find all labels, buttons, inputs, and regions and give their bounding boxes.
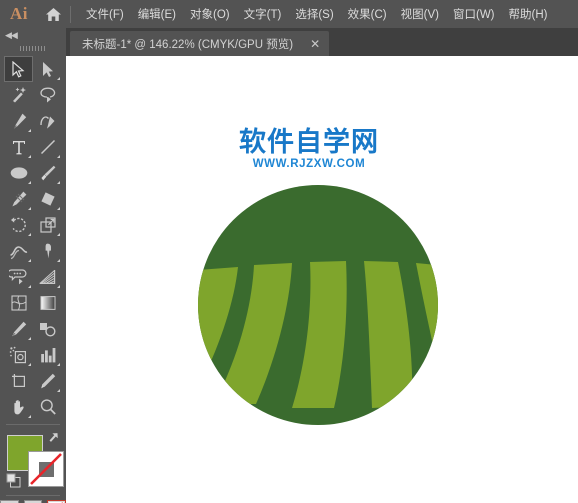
eyedropper-tool[interactable] bbox=[4, 316, 33, 342]
watermark-url: WWW.RJZXW.COM bbox=[252, 158, 366, 171]
stroke-swatch[interactable] bbox=[28, 451, 64, 487]
scale-tool[interactable] bbox=[33, 212, 62, 238]
watermark: 软件自学网 WWW.RJZXW.COM bbox=[233, 127, 385, 171]
shaper-pencil-tool[interactable] bbox=[4, 186, 33, 212]
menu-bar: Ai 文件(F) 编辑(E) 对象(O) 文字(T) 选择(S) 效果(C) 视… bbox=[0, 0, 578, 28]
direct-selection-tool[interactable] bbox=[33, 56, 62, 82]
zoom-tool[interactable] bbox=[33, 394, 62, 420]
line-segment-tool[interactable] bbox=[33, 134, 62, 160]
document-tab-bar: 未标题-1* @ 146.22% (CMYK/GPU 预览) ✕ bbox=[0, 28, 578, 56]
menu-window[interactable]: 窗口(W) bbox=[446, 3, 502, 25]
width-tool[interactable] bbox=[4, 238, 33, 264]
eraser-tool[interactable] bbox=[33, 186, 62, 212]
menubar-divider bbox=[70, 5, 71, 23]
magic-wand-tool[interactable] bbox=[4, 82, 33, 108]
menu-edit[interactable]: 编辑(E) bbox=[131, 3, 183, 25]
home-icon[interactable] bbox=[38, 7, 68, 22]
hand-tool[interactable] bbox=[4, 394, 33, 420]
chevron-double-left-icon[interactable]: ◀◀ bbox=[0, 28, 66, 42]
lasso-tool[interactable] bbox=[33, 82, 62, 108]
menu-select[interactable]: 选择(S) bbox=[288, 3, 340, 25]
free-transform-tool[interactable] bbox=[33, 238, 62, 264]
menu-effect[interactable]: 效果(C) bbox=[341, 3, 394, 25]
artboard-tool[interactable] bbox=[4, 368, 33, 394]
farm-field-circle-logo[interactable] bbox=[66, 56, 578, 503]
menu-help[interactable]: 帮助(H) bbox=[502, 3, 555, 25]
gradient-tool[interactable] bbox=[33, 290, 62, 316]
type-tool[interactable] bbox=[4, 134, 33, 160]
close-icon[interactable]: ✕ bbox=[307, 38, 323, 50]
fill-stroke-controls bbox=[0, 429, 66, 491]
ellipse-tool[interactable] bbox=[4, 160, 33, 186]
menu-view[interactable]: 视图(V) bbox=[394, 3, 446, 25]
slice-tool[interactable] bbox=[33, 368, 62, 394]
menu-item-list: 文件(F) 编辑(E) 对象(O) 文字(T) 选择(S) 效果(C) 视图(V… bbox=[79, 3, 554, 25]
menu-object[interactable]: 对象(O) bbox=[183, 3, 237, 25]
rotate-tool[interactable] bbox=[4, 212, 33, 238]
curvature-tool[interactable] bbox=[33, 108, 62, 134]
ai-logo-icon: Ai bbox=[10, 4, 28, 23]
swap-fill-stroke-icon[interactable] bbox=[49, 431, 63, 447]
document-tab-title: 未标题-1* @ 146.22% (CMYK/GPU 预览) bbox=[82, 38, 294, 51]
blend-tool[interactable] bbox=[33, 316, 62, 342]
pen-tool[interactable] bbox=[4, 108, 33, 134]
no-stroke-slash-icon bbox=[29, 452, 63, 486]
toolbar-divider bbox=[6, 424, 60, 425]
menu-file[interactable]: 文件(F) bbox=[79, 3, 131, 25]
document-canvas[interactable]: 软件自学网 WWW.RJZXW.COM bbox=[66, 56, 578, 503]
field-furrows bbox=[198, 261, 438, 408]
default-fill-stroke-icon[interactable] bbox=[6, 473, 21, 493]
illustrator-window: Ai 文件(F) 编辑(E) 对象(O) 文字(T) 选择(S) 效果(C) 视… bbox=[0, 0, 578, 503]
shape-builder-tool[interactable] bbox=[4, 264, 33, 290]
panel-drag-handle[interactable] bbox=[0, 42, 66, 54]
menu-type[interactable]: 文字(T) bbox=[237, 3, 289, 25]
toolbar-divider-2 bbox=[6, 495, 60, 496]
column-graph-tool[interactable] bbox=[33, 342, 62, 368]
tools-panel: ◀◀ bbox=[0, 28, 67, 503]
perspective-grid-tool[interactable] bbox=[33, 264, 62, 290]
paintbrush-tool[interactable] bbox=[33, 160, 62, 186]
tool-grid bbox=[0, 54, 66, 420]
mesh-tool[interactable] bbox=[4, 290, 33, 316]
symbol-sprayer-tool[interactable] bbox=[4, 342, 33, 368]
selection-tool[interactable] bbox=[4, 56, 33, 82]
document-tab[interactable]: 未标题-1* @ 146.22% (CMYK/GPU 预览) ✕ bbox=[70, 31, 330, 56]
watermark-site-name: 软件自学网 bbox=[239, 127, 379, 158]
